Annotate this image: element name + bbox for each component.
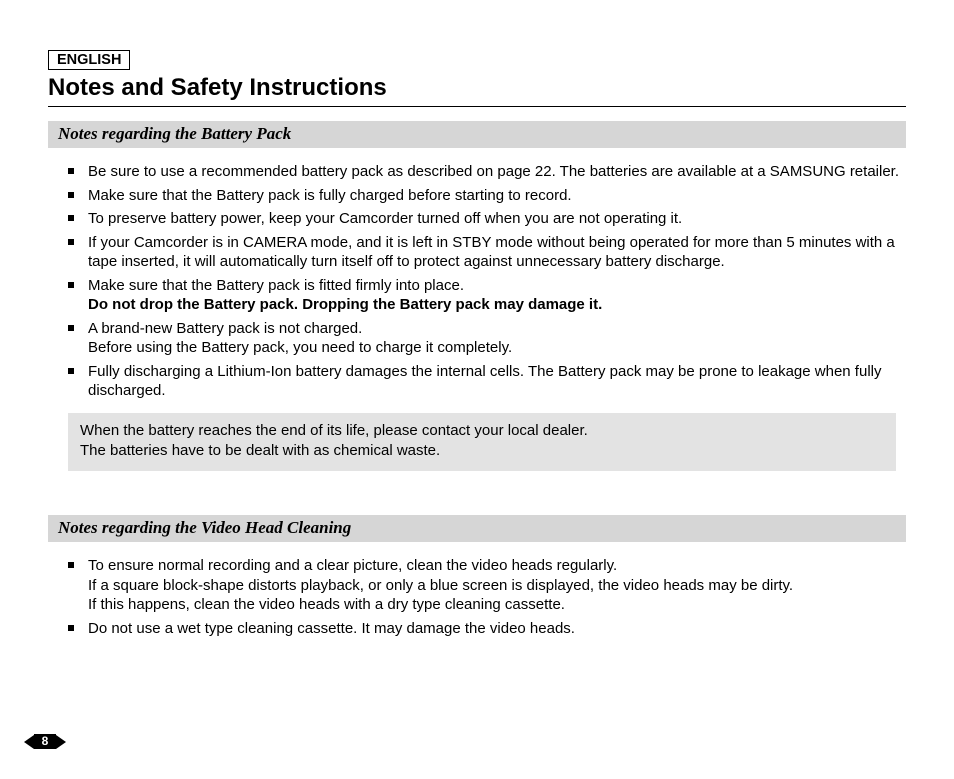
- list-item-text: If a square block-shape distorts playbac…: [88, 577, 793, 594]
- title-rule: [48, 106, 906, 107]
- manual-page: ENGLISH Notes and Safety Instructions No…: [0, 0, 954, 638]
- list-item-text: If your Camcorder is in CAMERA mode, and…: [88, 234, 895, 271]
- list-item: Fully discharging a Lithium-Ion battery …: [68, 362, 900, 401]
- section-heading-battery: Notes regarding the Battery Pack: [48, 121, 906, 148]
- page-number: 8: [34, 734, 56, 749]
- page-title: Notes and Safety Instructions: [48, 74, 906, 102]
- list-item-text: If this happens, clean the video heads w…: [88, 596, 565, 613]
- callout-line: When the battery reaches the end of its …: [80, 421, 884, 441]
- page-marker-right-icon: [56, 735, 66, 749]
- callout-line: The batteries have to be dealt with as c…: [80, 441, 884, 461]
- cleaning-notes-list: To ensure normal recording and a clear p…: [48, 556, 906, 638]
- section-heading-cleaning: Notes regarding the Video Head Cleaning: [48, 515, 906, 542]
- list-item-text: Be sure to use a recommended battery pac…: [88, 163, 899, 180]
- list-item-emphasis: Do not drop the Battery pack. Dropping t…: [88, 296, 602, 313]
- list-item: To ensure normal recording and a clear p…: [68, 556, 900, 615]
- list-item: Do not use a wet type cleaning cassette.…: [68, 619, 900, 639]
- list-item: Make sure that the Battery pack is fully…: [68, 186, 900, 206]
- disposal-note-box: When the battery reaches the end of its …: [68, 413, 896, 472]
- list-item-text: Make sure that the Battery pack is fully…: [88, 187, 572, 204]
- list-item-text: Do not use a wet type cleaning cassette.…: [88, 620, 575, 637]
- battery-notes-list: Be sure to use a recommended battery pac…: [48, 162, 906, 401]
- language-box: ENGLISH: [48, 50, 130, 70]
- page-marker-left-icon: [24, 735, 34, 749]
- list-item-text: A brand-new Battery pack is not charged.: [88, 320, 362, 337]
- list-item-text: To preserve battery power, keep your Cam…: [88, 210, 682, 227]
- list-item-text: Make sure that the Battery pack is fitte…: [88, 277, 464, 294]
- list-item: Make sure that the Battery pack is fitte…: [68, 276, 900, 315]
- list-item: A brand-new Battery pack is not charged.…: [68, 319, 900, 358]
- list-item-text: To ensure normal recording and a clear p…: [88, 557, 617, 574]
- list-item-text: Before using the Battery pack, you need …: [88, 339, 512, 356]
- list-item-text: Fully discharging a Lithium-Ion battery …: [88, 363, 881, 400]
- list-item: To preserve battery power, keep your Cam…: [68, 209, 900, 229]
- list-item: Be sure to use a recommended battery pac…: [68, 162, 900, 182]
- list-item: If your Camcorder is in CAMERA mode, and…: [68, 233, 900, 272]
